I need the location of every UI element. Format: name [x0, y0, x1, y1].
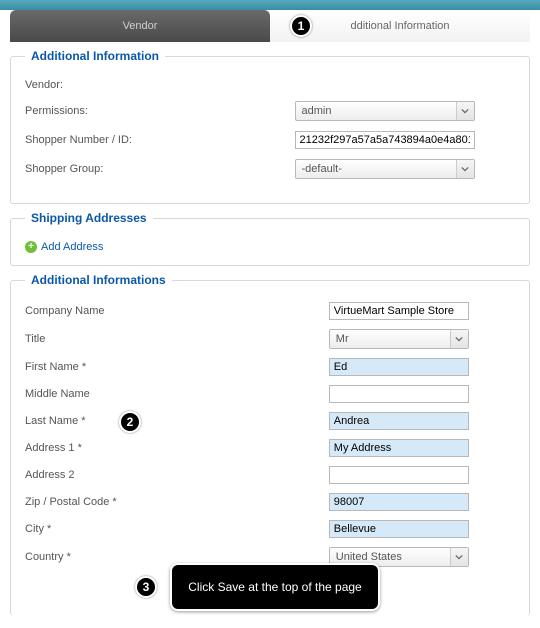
country-value: United States: [330, 551, 450, 563]
marker-2: 2: [119, 411, 141, 433]
middle-name-input[interactable]: [329, 385, 469, 403]
middle-name-label: Middle Name: [25, 388, 329, 400]
permissions-label: Permissions:: [25, 105, 295, 117]
chevron-down-icon: [456, 160, 474, 178]
city-row: City *: [25, 520, 515, 538]
title-row: Title Mr: [25, 329, 515, 349]
section-title: Shipping Addresses: [25, 211, 153, 225]
title-select[interactable]: Mr: [329, 329, 469, 349]
city-label: City *: [25, 523, 329, 535]
shopper-group-select[interactable]: -default-: [295, 159, 475, 179]
instruction-callout: Click Save at the top of the page: [170, 563, 380, 611]
zip-label: Zip / Postal Code *: [25, 496, 329, 508]
permissions-value: admin: [296, 105, 456, 117]
shopper-number-row: Shopper Number / ID:: [25, 131, 515, 149]
top-bar: [0, 0, 540, 10]
first-name-row: First Name *: [25, 358, 515, 376]
add-address-label: Add Address: [41, 241, 103, 253]
vendor-row: Vendor:: [25, 79, 515, 91]
shipping-addresses-section: Shipping Addresses + Add Address: [10, 218, 530, 266]
plus-icon: +: [25, 241, 37, 253]
vendor-label: Vendor:: [25, 79, 295, 91]
chevron-down-icon: [450, 548, 468, 566]
address2-input[interactable]: [329, 466, 469, 484]
chevron-down-icon: [456, 102, 474, 120]
content-area: Additional Information Vendor: Permissio…: [0, 56, 540, 626]
additional-information-section: Additional Information Vendor: Permissio…: [10, 56, 530, 204]
vendor-value: [295, 83, 516, 87]
company-input[interactable]: [329, 302, 469, 320]
first-name-input[interactable]: [329, 358, 469, 376]
tab-bar: Vendor dditional Information: [0, 10, 540, 42]
address1-input[interactable]: [329, 439, 469, 457]
chevron-down-icon: [450, 330, 468, 348]
section-title: Additional Information: [25, 49, 165, 63]
address2-label: Address 2: [25, 469, 329, 481]
first-name-label: First Name *: [25, 361, 329, 373]
shopper-number-input[interactable]: [295, 131, 475, 149]
address1-row: Address 1 *: [25, 439, 515, 457]
callout-text: Click Save at the top of the page: [188, 580, 361, 594]
tab-additional-info-label: dditional Information: [350, 20, 449, 32]
marker-1: 1: [290, 15, 312, 37]
last-name-input[interactable]: [329, 412, 469, 430]
city-input[interactable]: [329, 520, 469, 538]
add-address-link[interactable]: + Add Address: [25, 241, 515, 253]
middle-name-row: Middle Name: [25, 385, 515, 403]
shopper-number-label: Shopper Number / ID:: [25, 134, 295, 146]
marker-3: 3: [135, 576, 157, 598]
section-title: Additional Informations: [25, 273, 172, 287]
tab-vendor-label: Vendor: [123, 20, 158, 32]
title-value: Mr: [330, 333, 450, 345]
permissions-select[interactable]: admin: [295, 101, 475, 121]
zip-input[interactable]: [329, 493, 469, 511]
company-label: Company Name: [25, 305, 329, 317]
last-name-row: Last Name *: [25, 412, 515, 430]
tab-vendor[interactable]: Vendor: [10, 10, 270, 42]
address1-label: Address 1 *: [25, 442, 329, 454]
last-name-label: Last Name *: [25, 415, 329, 427]
company-row: Company Name: [25, 302, 515, 320]
zip-row: Zip / Postal Code *: [25, 493, 515, 511]
shopper-group-value: -default-: [296, 163, 456, 175]
address2-row: Address 2: [25, 466, 515, 484]
title-label: Title: [25, 333, 329, 345]
shopper-group-row: Shopper Group: -default-: [25, 159, 515, 179]
permissions-row: Permissions: admin: [25, 101, 515, 121]
shopper-group-label: Shopper Group:: [25, 163, 295, 175]
country-label: Country *: [25, 551, 329, 563]
